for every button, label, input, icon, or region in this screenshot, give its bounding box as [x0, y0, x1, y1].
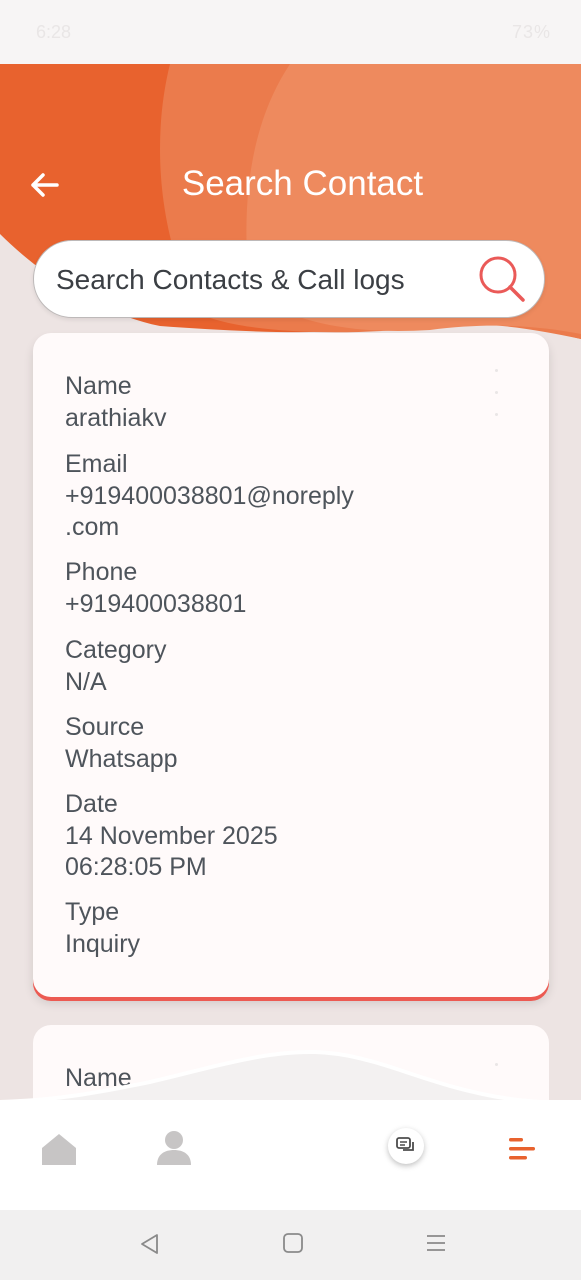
- bottom-navigation: [0, 1100, 581, 1210]
- back-triangle-icon[interactable]: [138, 1232, 160, 1256]
- search-icon[interactable]: [476, 253, 528, 305]
- nav-profile[interactable]: [154, 1128, 194, 1168]
- field-category: Category N/A: [65, 633, 166, 698]
- chat-icon: [396, 1137, 414, 1151]
- home-square-icon[interactable]: [282, 1232, 304, 1254]
- field-type: Type Inquiry: [65, 895, 140, 960]
- status-indicators: 73%: [511, 22, 551, 42]
- name-value: arathiakv: [65, 404, 167, 432]
- profile-icon: [157, 1131, 191, 1165]
- name-label: Name: [65, 372, 132, 400]
- field-source: Source Whatsapp: [65, 710, 178, 775]
- field-email: Email +919400038801@noreply .com: [65, 447, 354, 543]
- date-label: Date: [65, 790, 118, 818]
- type-label: Type: [65, 898, 120, 926]
- system-navigation-bar: [0, 1210, 581, 1280]
- category-label: Category: [65, 636, 167, 664]
- category-value: N/A: [65, 668, 107, 696]
- date-value: 14 November 2025 06:28:05 PM: [65, 822, 278, 881]
- nav-home[interactable]: [40, 1130, 78, 1168]
- type-value: Inquiry: [65, 930, 141, 958]
- status-time: 6:28: [36, 22, 72, 42]
- card-menu-icon[interactable]: [485, 363, 509, 423]
- contact-card[interactable]: Name arathiakv Email +919400038801@norep…: [33, 333, 549, 997]
- nav-chat[interactable]: [388, 1128, 424, 1164]
- nav-menu[interactable]: [508, 1136, 538, 1162]
- search-input[interactable]: [54, 259, 478, 301]
- email-label: Email: [65, 450, 128, 478]
- recents-icon[interactable]: [425, 1232, 447, 1254]
- field-name: Name arathiakv: [65, 369, 166, 434]
- phone-value: +919400038801: [65, 590, 247, 618]
- source-value: Whatsapp: [65, 745, 178, 773]
- search-bar[interactable]: [33, 240, 545, 318]
- status-bar: 6:28 73%: [0, 0, 581, 64]
- field-phone: Phone +919400038801: [65, 555, 246, 620]
- home-icon: [42, 1134, 76, 1165]
- menu-icon: [509, 1138, 535, 1160]
- page-title: Search Contact: [181, 164, 424, 203]
- source-label: Source: [65, 713, 145, 741]
- field-date: Date 14 November 2025 06:28:05 PM: [65, 787, 278, 883]
- email-value: +919400038801@noreply .com: [65, 482, 354, 541]
- phone-label: Phone: [65, 558, 138, 586]
